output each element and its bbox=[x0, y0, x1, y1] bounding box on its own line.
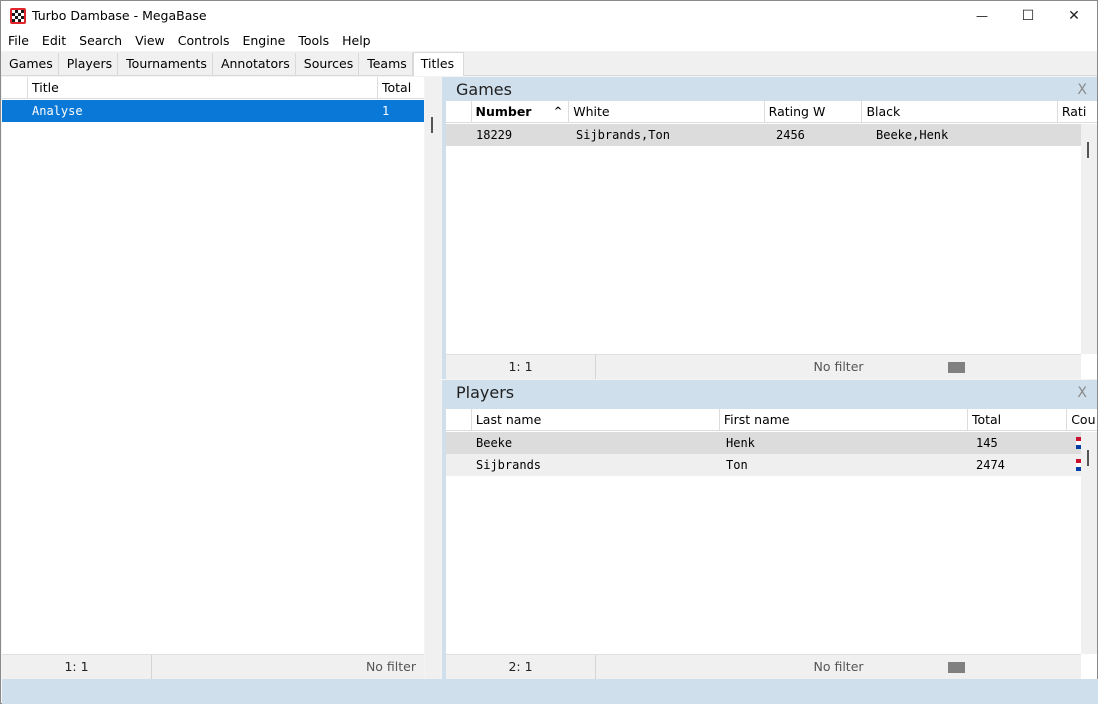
menu-search[interactable]: Search bbox=[72, 31, 128, 51]
record-count: 1: 1 bbox=[2, 655, 152, 679]
cell-black: Beeke,Henk bbox=[876, 128, 949, 142]
filter-status: No filter bbox=[813, 359, 864, 374]
players-grid-header: Last name First name Total Cou bbox=[446, 409, 1097, 431]
minimize-button[interactable]: — bbox=[959, 1, 1005, 31]
filter-status: No filter bbox=[365, 659, 416, 674]
close-icon: ✕ bbox=[1068, 8, 1080, 24]
tab-titles[interactable]: Titles bbox=[412, 52, 465, 76]
menu-edit[interactable]: Edit bbox=[35, 31, 72, 51]
splitter-handle[interactable] bbox=[431, 117, 433, 133]
menu-engine[interactable]: Engine bbox=[235, 31, 291, 51]
menu-controls[interactable]: Controls bbox=[171, 31, 236, 51]
cell-last-name: Beeke bbox=[476, 436, 513, 450]
filter-status: No filter bbox=[813, 659, 864, 674]
column-header-rating-w[interactable]: Rating W bbox=[765, 101, 863, 123]
minimize-icon: — bbox=[976, 9, 988, 23]
maximize-button[interactable]: ☐ bbox=[1005, 1, 1051, 31]
column-header-black[interactable]: Black bbox=[862, 101, 1058, 123]
games-panel: Games X Number ^ White Rating W Black Ra… bbox=[442, 77, 1097, 379]
games-grid: Number ^ White Rating W Black Rati 18229… bbox=[446, 101, 1097, 379]
tab-tournaments[interactable]: Tournaments bbox=[118, 53, 213, 75]
cell-title: Analyse bbox=[32, 104, 83, 118]
maximize-icon: ☐ bbox=[1021, 8, 1035, 24]
column-header-rating-b[interactable]: Rati bbox=[1058, 101, 1097, 123]
table-row[interactable]: Analyse 1 bbox=[2, 100, 424, 122]
pane-splitter[interactable] bbox=[425, 77, 441, 679]
players-grid: Last name First name Total Cou Beeke Hen… bbox=[446, 409, 1097, 684]
titles-grid: Title Total Analyse 1 1: 1 No filter bbox=[2, 77, 424, 679]
cell-number: 18229 bbox=[476, 128, 513, 142]
tab-teams[interactable]: Teams bbox=[359, 53, 413, 75]
bottom-status-strip bbox=[2, 679, 1098, 704]
cell-total: 145 bbox=[976, 436, 998, 450]
games-panel-title: Games bbox=[456, 80, 512, 99]
column-header-first-name[interactable]: First name bbox=[720, 409, 968, 431]
tab-sources[interactable]: Sources bbox=[295, 53, 360, 75]
scrollbar-thumb[interactable] bbox=[1087, 142, 1089, 158]
sort-ascending-icon: ^ bbox=[553, 106, 563, 117]
row-indicator-header bbox=[2, 77, 28, 99]
column-header-total[interactable]: Total bbox=[378, 77, 424, 99]
scrollbar-thumb[interactable] bbox=[1087, 450, 1089, 466]
tab-annotators[interactable]: Annotators bbox=[212, 53, 296, 75]
menu-view[interactable]: View bbox=[128, 31, 171, 51]
checkerboard-app-icon bbox=[10, 8, 26, 24]
cell-first-name: Henk bbox=[726, 436, 755, 450]
cell-rating-w: 2456 bbox=[776, 128, 805, 142]
players-vertical-scrollbar[interactable] bbox=[1081, 432, 1097, 654]
filter-indicator[interactable] bbox=[948, 362, 965, 373]
players-status-bar: 2: 1 No filter bbox=[446, 654, 1081, 679]
games-status-bar: 1: 1 No filter bbox=[446, 354, 1081, 379]
games-panel-close-button[interactable]: X bbox=[1077, 82, 1087, 98]
cell-total: 2474 bbox=[976, 458, 1005, 472]
table-row[interactable]: Beeke Henk 145 bbox=[446, 432, 1082, 454]
column-header-country[interactable]: Cou bbox=[1067, 409, 1097, 431]
cell-first-name: Ton bbox=[726, 458, 748, 472]
games-vertical-scrollbar[interactable] bbox=[1081, 124, 1097, 354]
record-count: 2: 1 bbox=[446, 655, 596, 679]
titles-status-bar: 1: 1 No filter bbox=[2, 654, 424, 679]
column-header-title[interactable]: Title bbox=[28, 77, 378, 99]
tab-players[interactable]: Players bbox=[58, 53, 119, 75]
cell-white: Sijbrands,Ton bbox=[576, 128, 670, 142]
players-panel: Players X Last name First name Total Cou… bbox=[442, 380, 1097, 684]
table-row[interactable]: 18229 Sijbrands,Ton 2456 Beeke,Henk bbox=[446, 124, 1081, 146]
window-title: Turbo Dambase - MegaBase bbox=[32, 8, 207, 23]
column-header-number[interactable]: Number ^ bbox=[472, 101, 570, 123]
titles-grid-header: Title Total bbox=[2, 77, 424, 99]
players-panel-title: Players bbox=[456, 383, 515, 402]
games-grid-header: Number ^ White Rating W Black Rati bbox=[446, 101, 1097, 123]
menu-file[interactable]: File bbox=[1, 31, 35, 51]
filter-indicator[interactable] bbox=[948, 662, 965, 673]
menu-help[interactable]: Help bbox=[335, 31, 377, 51]
column-header-white[interactable]: White bbox=[569, 101, 765, 123]
app-window: Turbo Dambase - MegaBase — ☐ ✕ File Edit… bbox=[0, 0, 1098, 704]
players-panel-close-button[interactable]: X bbox=[1077, 385, 1087, 401]
cell-total: 1 bbox=[382, 104, 390, 118]
tab-bar: Games Players Tournaments Annotators Sou… bbox=[1, 52, 1097, 76]
menu-bar: File Edit Search View Controls Engine To… bbox=[1, 31, 1097, 51]
table-row[interactable]: Sijbrands Ton 2474 bbox=[446, 454, 1082, 476]
column-header-last-name[interactable]: Last name bbox=[472, 409, 720, 431]
cell-last-name: Sijbrands bbox=[476, 458, 542, 472]
tab-games[interactable]: Games bbox=[1, 53, 59, 75]
menu-tools[interactable]: Tools bbox=[291, 31, 335, 51]
close-button[interactable]: ✕ bbox=[1051, 1, 1097, 31]
title-bar: Turbo Dambase - MegaBase — ☐ ✕ bbox=[1, 1, 1097, 31]
record-count: 1: 1 bbox=[446, 355, 596, 379]
column-header-total[interactable]: Total bbox=[968, 409, 1068, 431]
